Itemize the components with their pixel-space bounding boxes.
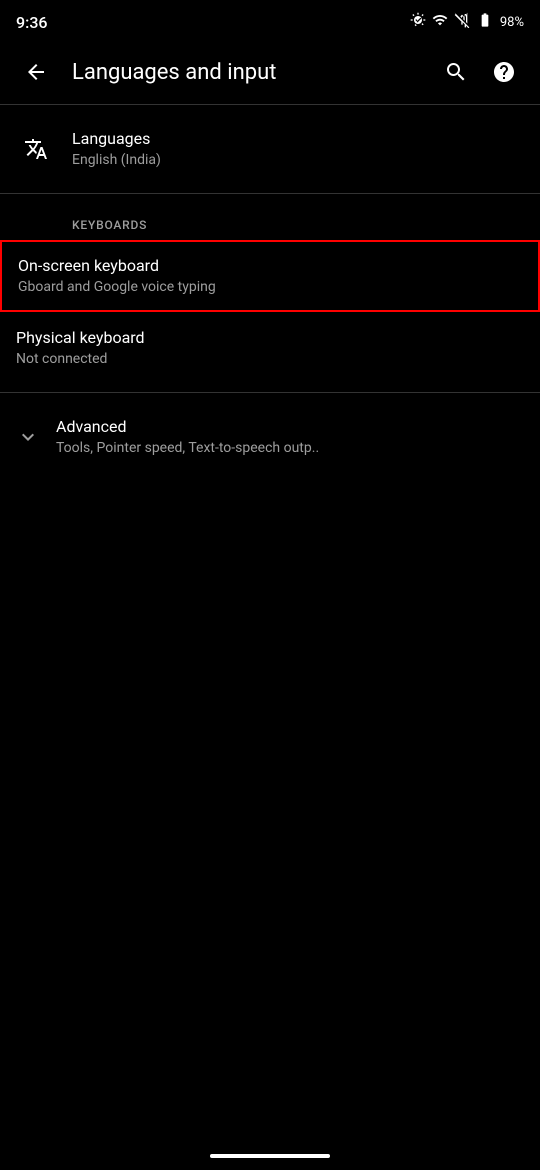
physical-keyboard-title: Physical keyboard: [16, 328, 524, 349]
app-bar: Languages and input: [0, 40, 540, 104]
advanced-title: Advanced: [56, 417, 524, 438]
keyboards-section-header: KEYBOARDS: [0, 202, 540, 240]
app-bar-actions: [436, 52, 524, 92]
translate-icon: [16, 129, 56, 169]
physical-keyboard-item[interactable]: Physical keyboard Not connected: [0, 312, 540, 384]
signal-icon: [454, 12, 470, 32]
wifi-icon: [432, 12, 448, 32]
advanced-subtitle: Tools, Pointer speed, Text-to-speech out…: [56, 439, 524, 457]
onscreen-keyboard-title: On-screen keyboard: [18, 256, 522, 277]
status-icons: 98%: [410, 12, 524, 32]
languages-item-content: Languages English (India): [72, 129, 524, 170]
onscreen-keyboard-subtitle: Gboard and Google voice typing: [18, 278, 522, 296]
home-indicator: [210, 1154, 330, 1158]
page-title: Languages and input: [72, 60, 420, 85]
languages-item[interactable]: Languages English (India): [0, 113, 540, 185]
onscreen-keyboard-item[interactable]: On-screen keyboard Gboard and Google voi…: [0, 240, 540, 312]
alarm-icon: [410, 12, 426, 32]
keyboards-section: KEYBOARDS On-screen keyboard Gboard and …: [0, 194, 540, 392]
help-button[interactable]: [484, 52, 524, 92]
languages-section: Languages English (India): [0, 105, 540, 193]
advanced-section: Advanced Tools, Pointer speed, Text-to-s…: [0, 393, 540, 481]
advanced-item[interactable]: Advanced Tools, Pointer speed, Text-to-s…: [0, 401, 540, 473]
physical-keyboard-content: Physical keyboard Not connected: [16, 328, 524, 369]
status-time: 9:36: [16, 13, 48, 32]
advanced-content: Advanced Tools, Pointer speed, Text-to-s…: [56, 417, 524, 458]
languages-subtitle: English (India): [72, 151, 524, 169]
onscreen-keyboard-content: On-screen keyboard Gboard and Google voi…: [18, 256, 522, 297]
expand-icon: [16, 425, 40, 449]
battery-icon: [476, 12, 494, 32]
back-button[interactable]: [16, 52, 56, 92]
languages-title: Languages: [72, 129, 524, 150]
search-button[interactable]: [436, 52, 476, 92]
status-bar: 9:36 98%: [0, 0, 540, 40]
physical-keyboard-subtitle: Not connected: [16, 350, 524, 368]
battery-percentage: 98%: [500, 15, 524, 30]
